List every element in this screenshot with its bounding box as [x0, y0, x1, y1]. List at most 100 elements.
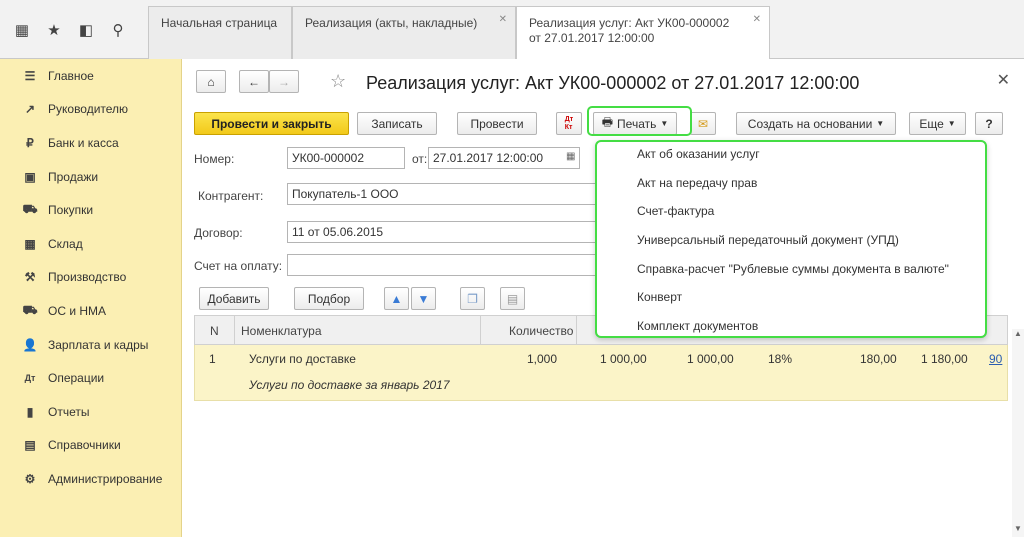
chevron-down-icon: ▼: [947, 119, 956, 128]
ruble-icon: ₽: [26, 135, 34, 150]
row-price: 1 000,00: [600, 352, 647, 366]
post-button[interactable]: Провести: [457, 112, 537, 135]
sidebar-item-label: Продажи: [48, 169, 99, 184]
row-quantity: 1,000: [527, 352, 558, 366]
sidebar-item-assets[interactable]: ⛟ ОС и НМА: [0, 294, 181, 328]
print-menu-item-act-services[interactable]: Акт об оказании услуг: [637, 147, 760, 161]
sidebar-item-label: Покупки: [48, 203, 94, 218]
invoice-field[interactable]: [287, 254, 597, 276]
col-quantity[interactable]: Количество: [481, 316, 577, 346]
row-sum: 1 000,00: [687, 352, 734, 366]
date-field[interactable]: 27.01.2017 12:00:00: [428, 147, 580, 169]
history-icon[interactable]: ◧: [74, 18, 98, 42]
back-button[interactable]: ←: [239, 70, 269, 93]
scroll-up-icon[interactable]: ▲: [1014, 329, 1022, 338]
sidebar-item-salary[interactable]: 👤 Зарплата и кадры: [0, 328, 181, 362]
col-n[interactable]: N: [195, 316, 235, 346]
debit-credit-icon: Дт: [24, 373, 36, 384]
sidebar-item-production[interactable]: ⚒ Производство: [0, 261, 181, 295]
sidebar-item-admin[interactable]: ⚙ Администрирование: [0, 462, 181, 496]
arrow-down-icon: ▼: [417, 291, 430, 306]
tab-sales-document[interactable]: Реализация услуг: Акт УК00-000002 от 27.…: [516, 6, 770, 60]
forward-button[interactable]: →: [269, 70, 299, 93]
envelope-icon: ✉: [697, 116, 709, 131]
vertical-scrollbar[interactable]: ▲ ▼: [1012, 329, 1024, 537]
tab-home[interactable]: Начальная страница: [148, 6, 292, 59]
home-button[interactable]: ⌂: [196, 70, 226, 93]
apps-grid-icon[interactable]: ▦: [10, 18, 34, 42]
toolbar-icons: ▦ ★ ◧ ⚲: [0, 0, 148, 59]
create-based-on-button[interactable]: Создать на основании ▼: [736, 112, 896, 135]
move-down-button[interactable]: ▼: [411, 287, 436, 310]
factory-icon: ⚒: [24, 270, 36, 285]
close-icon[interactable]: ✕: [499, 12, 507, 27]
add-row-button[interactable]: Добавить: [199, 287, 269, 310]
create-based-label: Создать на основании: [747, 116, 873, 131]
arrow-left-icon: ←: [248, 74, 260, 89]
person-icon: 👤: [22, 337, 38, 352]
sidebar-item-label: Производство: [48, 270, 127, 285]
table-row[interactable]: 1 Услуги по доставке Услуги по доставке …: [194, 345, 1008, 401]
search-icon[interactable]: ⚲: [106, 18, 130, 42]
tab-sales-list[interactable]: Реализация (акты, накладные) ✕: [292, 6, 516, 59]
sidebar-item-purchases[interactable]: ⛟ Покупки: [0, 193, 181, 227]
more-button[interactable]: Еще ▼: [909, 112, 966, 135]
debit-credit-icon: Дт Кт: [564, 115, 574, 131]
paste-icon: ▤: [506, 291, 519, 306]
sidebar-item-sales[interactable]: ▣ Продажи: [0, 160, 181, 194]
sidebar-item-warehouse[interactable]: ▦ Склад: [0, 227, 181, 261]
bar-chart-icon: ▮: [26, 404, 34, 419]
close-icon[interactable]: ✕: [997, 70, 1010, 90]
counterparty-label: Контрагент:: [198, 189, 264, 203]
print-menu-item-ruble-calc[interactable]: Справка-расчет "Рублевые суммы документа…: [637, 262, 949, 276]
sidebar-item-label: Администрирование: [48, 471, 163, 486]
print-menu-item-act-rights[interactable]: Акт на передачу прав: [637, 176, 757, 190]
sidebar-item-directories[interactable]: ▤ Справочники: [0, 429, 181, 463]
arrow-right-icon: →: [278, 74, 290, 89]
sidebar-item-manager[interactable]: ↗ Руководителю: [0, 93, 181, 127]
row-vat-rate: 18%: [768, 352, 793, 366]
favorite-star-icon[interactable]: ☆: [330, 71, 346, 92]
post-and-close-button[interactable]: Провести и закрыть: [194, 112, 349, 135]
row-total: 1 180,00: [921, 352, 968, 366]
save-button[interactable]: Записать: [357, 112, 437, 135]
debit-credit-button[interactable]: Дт Кт: [556, 112, 582, 135]
print-menu-item-invoice[interactable]: Счет-фактура: [637, 204, 714, 218]
sidebar-item-bank[interactable]: ₽ Банк и касса: [0, 126, 181, 160]
scroll-down-icon[interactable]: ▼: [1014, 524, 1022, 533]
warehouse-icon: ▦: [24, 236, 36, 251]
sidebar-item-label: Главное: [48, 68, 94, 83]
calendar-icon[interactable]: ▦: [566, 151, 575, 162]
sidebar-item-label: Отчеты: [48, 404, 90, 419]
print-menu-item-envelope[interactable]: Конверт: [637, 290, 682, 304]
sidebar-item-reports[interactable]: ▮ Отчеты: [0, 395, 181, 429]
copy-button[interactable]: ❐: [460, 287, 485, 310]
col-nomenclature[interactable]: Номенклатура: [235, 316, 481, 346]
close-icon[interactable]: ✕: [753, 12, 761, 27]
move-up-button[interactable]: ▲: [384, 287, 409, 310]
tab-label-line2: от 27.01.2017 12:00:00: [529, 31, 655, 45]
print-button-highlight: [587, 106, 692, 136]
email-button[interactable]: ✉: [690, 112, 716, 135]
sidebar-item-label: Зарплата и кадры: [48, 337, 149, 352]
paste-button[interactable]: ▤: [500, 287, 525, 310]
chevron-down-icon: ▼: [876, 119, 885, 128]
row-vat: 180,00: [860, 352, 897, 366]
date-label: от:: [412, 152, 428, 166]
print-menu-item-upd[interactable]: Универсальный передаточный документ (УПД…: [637, 233, 899, 247]
sidebar-item-label: Операции: [48, 371, 105, 386]
select-items-button[interactable]: Подбор: [294, 287, 364, 310]
help-button[interactable]: ?: [975, 112, 1003, 135]
page-title: Реализация услуг: Акт УК00-000002 от 27.…: [366, 73, 860, 93]
counterparty-field[interactable]: Покупатель-1 ООО: [287, 183, 597, 205]
sidebar-item-operations[interactable]: Дт Операции: [0, 361, 181, 395]
row-number: 1: [209, 352, 216, 366]
star-icon[interactable]: ★: [42, 18, 66, 42]
print-menu-item-doc-set[interactable]: Комплект документов: [637, 319, 758, 333]
contract-field[interactable]: 11 от 05.06.2015: [287, 221, 597, 243]
number-field[interactable]: УК00-000002: [287, 147, 405, 169]
contract-label: Договор:: [194, 226, 243, 240]
sidebar-item-main[interactable]: ☰ Главное: [0, 59, 181, 93]
sidebar-item-label: Банк и касса: [48, 135, 119, 150]
row-account-link[interactable]: 90: [989, 352, 1002, 366]
